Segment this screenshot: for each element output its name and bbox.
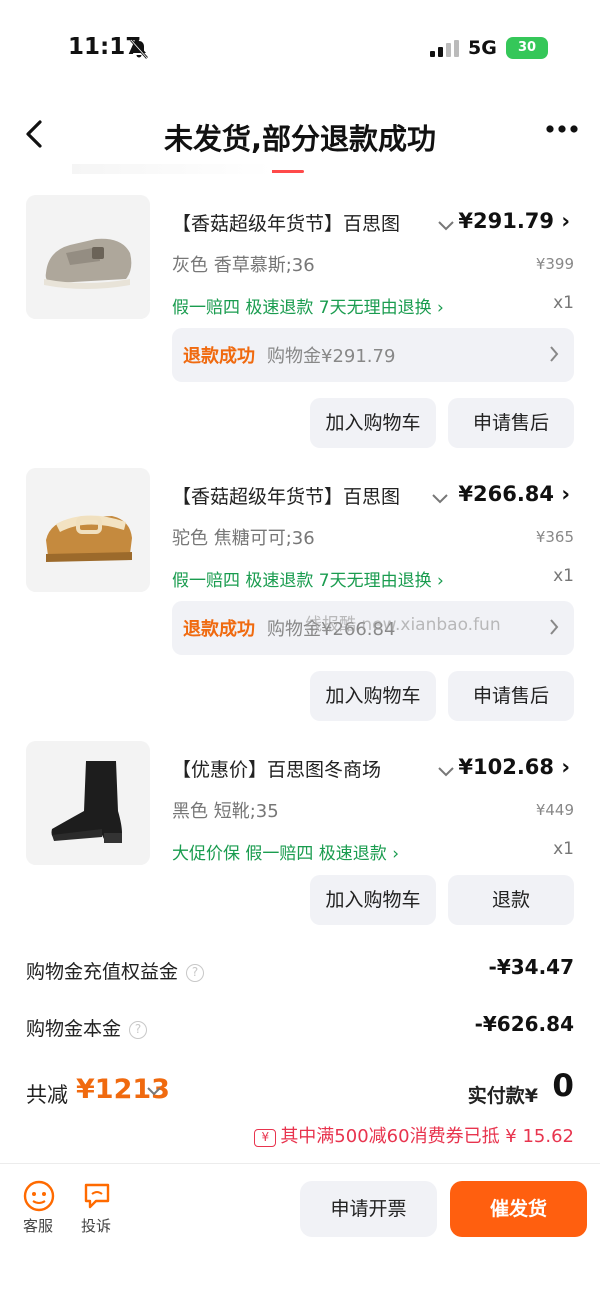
coupon-icon: ¥ <box>254 1129 277 1147</box>
summary-label-text: 购物金本金 <box>26 1018 122 1040</box>
battery-icon: 30 <box>506 37 548 59</box>
chevron-down-icon[interactable] <box>430 492 450 506</box>
page-title: 未发货,部分退款成功 <box>163 122 437 156</box>
complaint-icon[interactable] <box>82 1180 112 1210</box>
item-price-value: ¥266.84 <box>458 482 555 506</box>
help-icon[interactable]: ? <box>186 964 205 982</box>
order-detail-page: 11:17 5G 30 未发货,部分退款成功 【香菇超级年货节】百思图 ¥291… <box>0 0 600 1304</box>
item-price[interactable]: ¥102.68 › <box>458 755 570 779</box>
original-price: ¥365 <box>535 528 574 546</box>
service-tags[interactable]: 大促价保 假一赔四 极速退款 › <box>172 839 399 864</box>
refund-button[interactable]: 退款 <box>448 875 574 925</box>
summary-value: -¥626.84 <box>474 1012 574 1036</box>
item-price-value: ¥291.79 <box>458 209 555 233</box>
refund-status: 退款成功 <box>183 619 255 640</box>
summary-row: 购物金充值权益金? -¥34.47 <box>26 955 574 985</box>
customer-service-icon[interactable] <box>22 1180 56 1212</box>
item-qty: x1 <box>553 839 574 859</box>
nav-header: 未发货,部分退款成功 <box>0 100 600 173</box>
item-sku: 黑色 短靴;35 <box>172 801 279 822</box>
after-sales-button[interactable]: 申请售后 <box>448 398 574 448</box>
summary-label: 购物金本金? <box>26 1014 148 1041</box>
chevron-right-icon <box>550 619 559 635</box>
service-tags[interactable]: 假一赔四 极速退款 7天无理由退换 › <box>172 566 444 591</box>
coupon-note: ¥ 其中满500减60消费券已抵 ¥ 15.62 <box>254 1122 574 1148</box>
product-image[interactable] <box>26 468 150 592</box>
faded-text-strip <box>72 164 272 174</box>
coupon-text: 其中满500减60消费券已抵 ¥ 15.62 <box>280 1126 574 1147</box>
item-price[interactable]: ¥266.84 › <box>458 482 570 506</box>
refund-amount: 购物金¥291.79 <box>267 346 396 367</box>
more-options-icon[interactable] <box>545 124 579 134</box>
item-price[interactable]: ¥291.79 › <box>458 209 570 233</box>
summary-label-text: 购物金充值权益金 <box>26 961 179 983</box>
order-item[interactable]: 【香菇超级年货节】百思图 ¥291.79 › 灰色 香草慕斯;36 ¥399 假… <box>0 195 600 455</box>
product-image[interactable] <box>26 195 150 319</box>
product-title[interactable]: 【香菇超级年货节】百思图 <box>172 209 422 236</box>
customer-service-label[interactable]: 客服 <box>23 1215 53 1236</box>
chevron-right-icon <box>550 346 559 362</box>
mute-bell-icon <box>130 39 148 59</box>
chevron-down-icon[interactable] <box>436 765 456 779</box>
order-item[interactable]: 【优惠价】百思图冬商场 ¥102.68 › 黑色 短靴;35 ¥449 大促价保… <box>0 741 600 931</box>
item-qty: x1 <box>553 293 574 313</box>
total-discount-label: 共减 <box>26 1083 68 1107</box>
urge-shipping-button[interactable]: 催发货 <box>450 1181 587 1237</box>
item-qty: x1 <box>553 566 574 586</box>
service-tags[interactable]: 假一赔四 极速退款 7天无理由退换 › <box>172 293 444 318</box>
add-to-cart-button[interactable]: 加入购物车 <box>310 875 436 925</box>
paid-label: 实付款¥ <box>467 1085 538 1107</box>
chevron-down-icon[interactable] <box>436 219 456 233</box>
item-price-value: ¥102.68 <box>458 755 555 779</box>
product-image[interactable] <box>26 741 150 865</box>
add-to-cart-button[interactable]: 加入购物车 <box>310 671 436 721</box>
original-price: ¥449 <box>535 801 574 819</box>
watermark: 线报酷 new.xianbao.fun <box>305 615 501 635</box>
add-to-cart-button[interactable]: 加入购物车 <box>310 398 436 448</box>
shoe-image-icon <box>26 195 150 319</box>
summary-value: -¥34.47 <box>488 955 574 979</box>
shoe-image-icon <box>26 468 150 592</box>
paid-value: 0 <box>552 1068 574 1104</box>
bottom-action-bar: 客服 投诉 申请开票 催发货 <box>0 1163 600 1304</box>
summary-label: 购物金充值权益金? <box>26 957 205 984</box>
complaint-label[interactable]: 投诉 <box>81 1215 111 1236</box>
refund-status: 退款成功 <box>183 346 255 367</box>
order-item[interactable]: 【香菇超级年货节】百思图 ¥266.84 › 驼色 焦糖可可;36 ¥365 假… <box>0 468 600 728</box>
chevron-down-icon[interactable] <box>146 1086 162 1098</box>
item-sku: 驼色 焦糖可可;36 <box>172 528 315 549</box>
signal-icon <box>430 40 459 57</box>
help-icon[interactable]: ? <box>129 1021 148 1039</box>
original-price: ¥399 <box>535 255 574 273</box>
network-type: 5G <box>468 37 497 59</box>
tab-indicator <box>268 170 304 173</box>
product-title[interactable]: 【优惠价】百思图冬商场 <box>172 755 418 782</box>
item-sku: 灰色 香草慕斯;36 <box>172 255 315 276</box>
boot-image-icon <box>26 741 150 865</box>
summary-row: 购物金本金? -¥626.84 <box>26 1012 574 1042</box>
after-sales-button[interactable]: 申请售后 <box>448 671 574 721</box>
refund-status-bar[interactable]: 退款成功 购物金¥291.79 <box>172 328 574 382</box>
apply-invoice-button[interactable]: 申请开票 <box>300 1181 437 1237</box>
product-title[interactable]: 【香菇超级年货节】百思图 <box>172 482 408 509</box>
status-bar: 11:17 5G 30 <box>0 0 600 96</box>
